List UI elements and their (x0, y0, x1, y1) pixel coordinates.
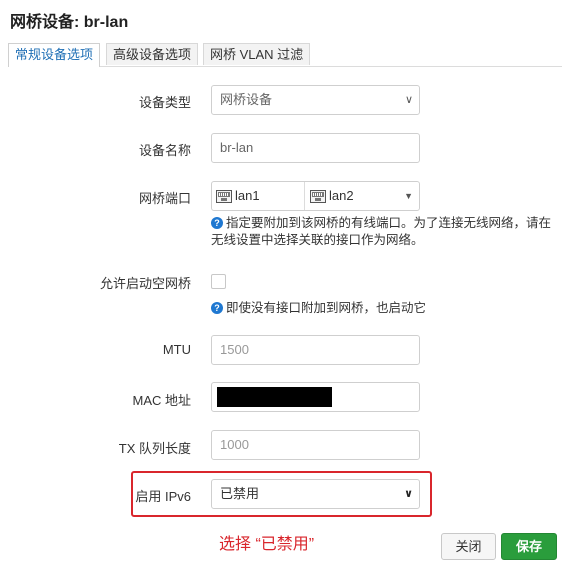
mtu-label: MTU (162, 342, 191, 357)
question-icon: ? (211, 217, 223, 229)
mac-input[interactable] (211, 382, 420, 412)
tx-queue-input[interactable]: 1000 (211, 430, 420, 460)
device-type-value: 网桥设备 (220, 92, 273, 107)
allow-empty-help-text: 即使没有接口附加到网桥，也启动它 (226, 301, 427, 315)
device-type-select[interactable]: 网桥设备 ∨ (211, 85, 420, 115)
allow-empty-label: 允许启动空网桥 (99, 276, 191, 291)
device-name-label: 设备名称 (138, 143, 191, 158)
port-lan2[interactable]: lan2 (310, 185, 354, 207)
tx-queue-label: TX 队列长度 (118, 441, 191, 456)
port-lan1[interactable]: lan1 (216, 185, 260, 207)
device-name-input[interactable]: br-lan (211, 133, 420, 163)
ethernet-port-icon (216, 190, 232, 204)
mtu-input[interactable]: 1500 (211, 335, 420, 365)
ipv6-value: 已禁用 (220, 486, 260, 501)
bridge-ports-help-text: 指定要附加到该网桥的有线端口。为了连接无线网络，请在无线设置中选择关联的接口作为… (211, 216, 552, 247)
ipv6-label: 启用 IPv6 (135, 489, 191, 504)
bridge-ports-select[interactable]: lan1 lan2 ▼ (211, 181, 420, 211)
tab-advanced[interactable]: 高级设备选项 (106, 43, 199, 65)
tab-general[interactable]: 常规设备选项 (8, 43, 101, 67)
tab-vlan-filter[interactable]: 网桥 VLAN 过滤 (203, 43, 311, 65)
close-button[interactable]: 关闭 (441, 533, 496, 560)
ipv6-select[interactable]: 已禁用 ∨ (211, 479, 420, 509)
bridge-ports-label: 网桥端口 (138, 191, 191, 206)
allow-empty-checkbox[interactable] (211, 274, 226, 289)
question-icon: ? (211, 302, 223, 314)
chevron-down-icon: ∨ (404, 94, 413, 106)
redaction-block (217, 387, 332, 407)
mac-label: MAC 地址 (132, 393, 191, 408)
bridge-ports-help: ? 指定要附加到该网桥的有线端口。为了连接无线网络，请在无线设置中选择关联的接口作… (211, 215, 556, 249)
port-lan2-label: lan2 (329, 188, 354, 203)
port-divider (304, 182, 305, 210)
chevron-down-icon: ∨ (404, 488, 413, 500)
ethernet-port-icon (310, 190, 326, 204)
device-type-label: 设备类型 (138, 95, 191, 110)
save-button[interactable]: 保存 (501, 533, 557, 560)
tab-bar: 常规设备选项 高级设备选项 网桥 VLAN 过滤 (8, 43, 562, 67)
port-lan1-label: lan1 (235, 188, 260, 203)
caret-down-icon: ▼ (404, 191, 413, 201)
annotation-text: 选择 “已禁用” (219, 536, 315, 553)
dialog-title: 网桥设备: br-lan (10, 14, 129, 31)
allow-empty-help: ? 即使没有接口附加到网桥，也启动它 (211, 300, 556, 317)
